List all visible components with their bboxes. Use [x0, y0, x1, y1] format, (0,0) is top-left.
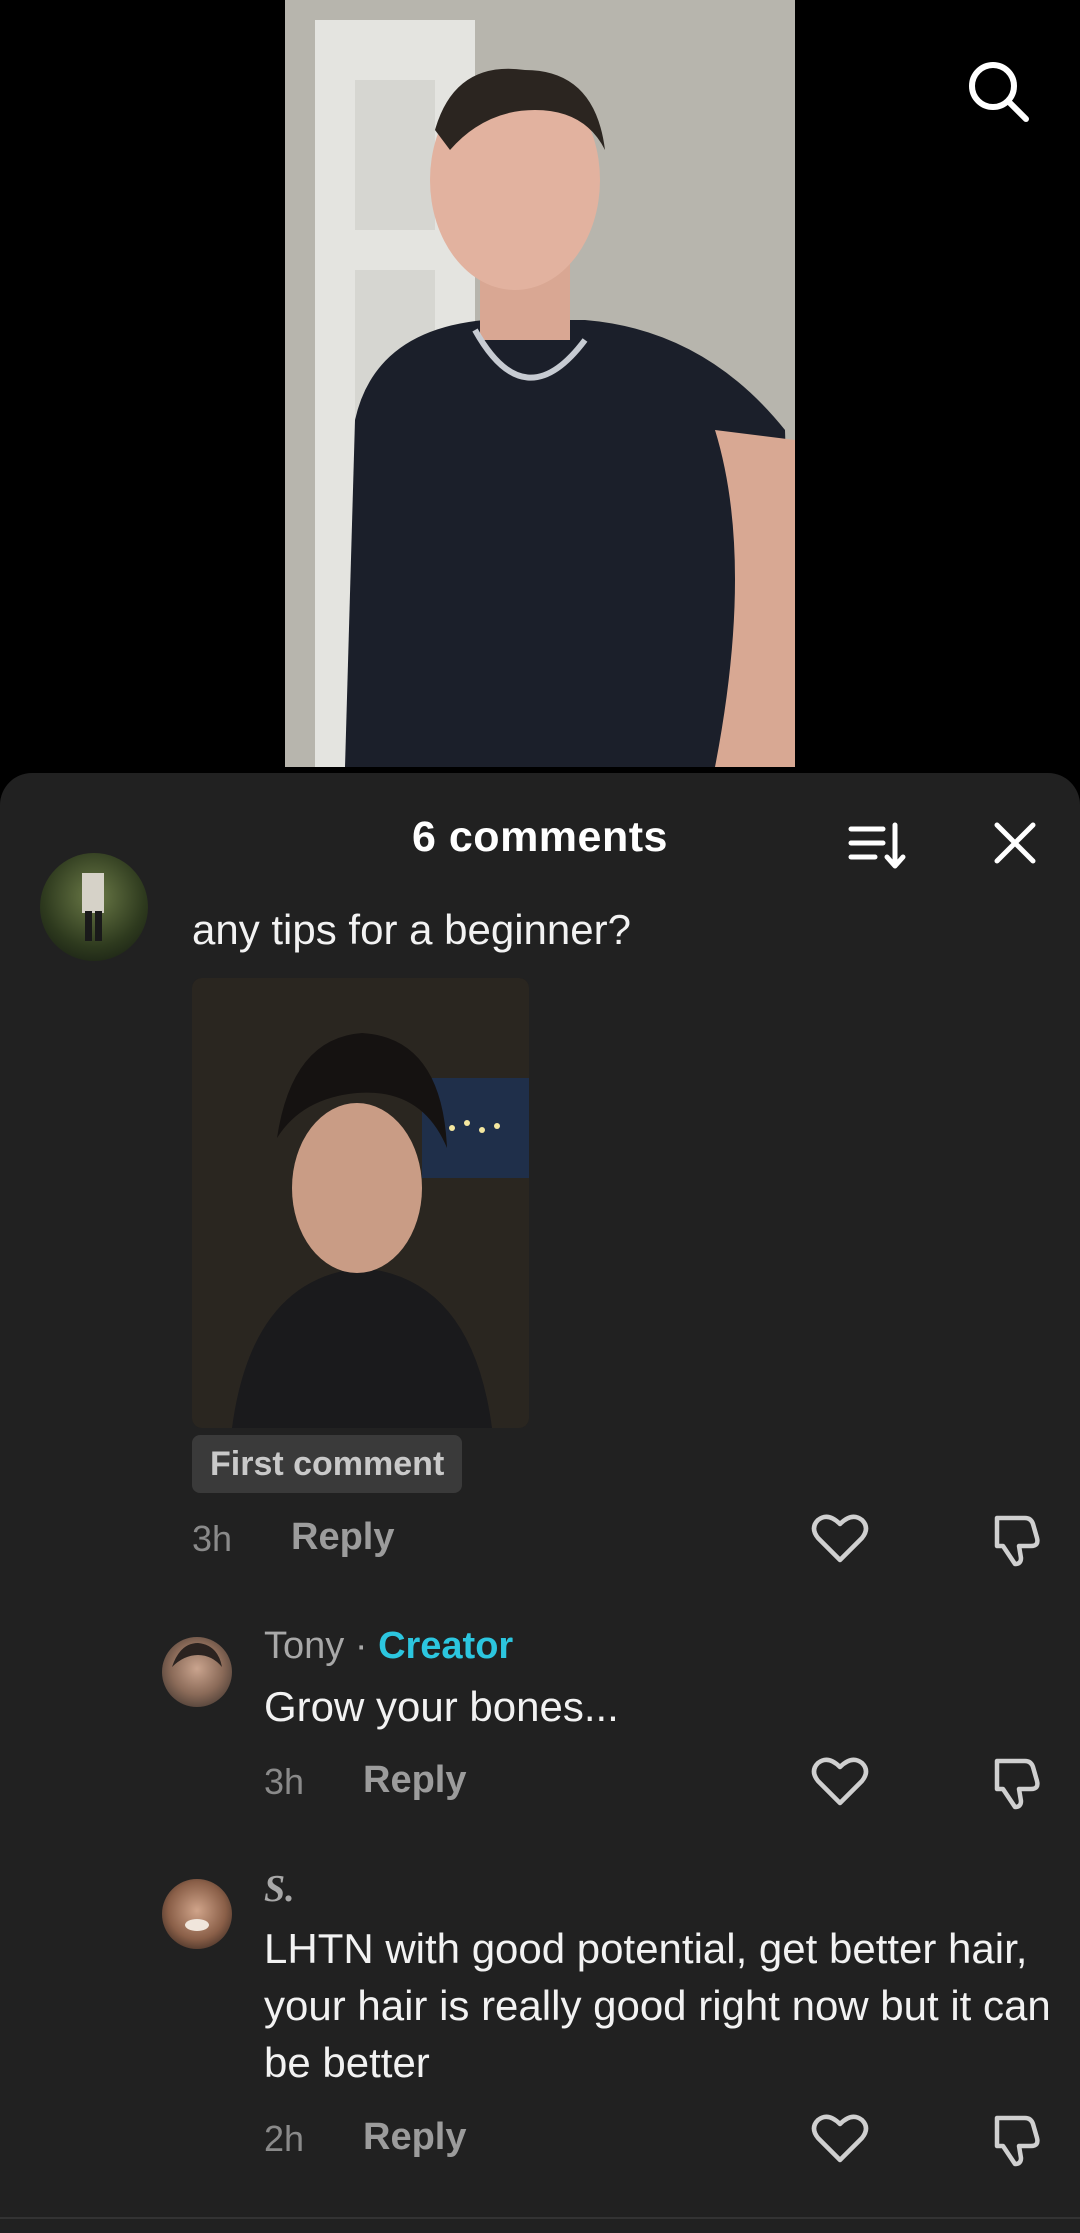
video-thumbnail[interactable]	[285, 0, 795, 767]
avatar[interactable]	[162, 1637, 232, 1707]
search-button[interactable]	[962, 55, 1034, 127]
close-button[interactable]	[985, 813, 1045, 873]
sort-button[interactable]	[845, 813, 909, 877]
creator-label: Creator	[378, 1625, 514, 1667]
reply-button[interactable]: Reply	[363, 1759, 466, 1802]
heart-icon[interactable]	[810, 1508, 870, 1568]
comment-text: any tips for a beginner?	[192, 906, 631, 953]
dislike-icon[interactable]	[985, 1508, 1045, 1568]
author-name[interactable]: Tony	[264, 1625, 344, 1667]
comment-text: Grow your bones...	[264, 1683, 619, 1730]
author-separator: ·	[354, 1625, 368, 1667]
comment-author: S.	[264, 1867, 295, 1911]
comments-count-title: 6 comments	[412, 813, 668, 861]
comment-time: 2h	[264, 2118, 305, 2159]
video-player[interactable]	[0, 0, 1080, 780]
reply-button[interactable]: Reply	[291, 1516, 394, 1559]
sort-icon	[848, 822, 906, 869]
comments-header: 6 comments	[0, 773, 1080, 903]
reply-button[interactable]: Reply	[363, 2116, 466, 2159]
comment-photo[interactable]	[192, 978, 529, 1428]
comment-text: LHTN with good potential, get better hai…	[264, 1925, 1051, 2086]
heart-icon[interactable]	[810, 1751, 870, 1811]
divider	[0, 2217, 1080, 2219]
dislike-icon[interactable]	[985, 1751, 1045, 1811]
comment-time: 3h	[192, 1518, 233, 1559]
search-icon	[969, 62, 1029, 122]
first-comment-badge: First comment	[192, 1435, 463, 1493]
author-name[interactable]: S.	[264, 1868, 295, 1910]
comment-time: 3h	[264, 1761, 305, 1802]
avatar[interactable]	[162, 1879, 232, 1949]
comments-sheet: 6 comments any tips for a beginner? Firs…	[0, 773, 1080, 2233]
comment-author: Tony · Creator	[264, 1625, 513, 1668]
heart-icon[interactable]	[810, 2108, 870, 2168]
dislike-icon[interactable]	[985, 2108, 1045, 2168]
avatar[interactable]	[40, 853, 148, 961]
close-icon	[994, 822, 1036, 864]
